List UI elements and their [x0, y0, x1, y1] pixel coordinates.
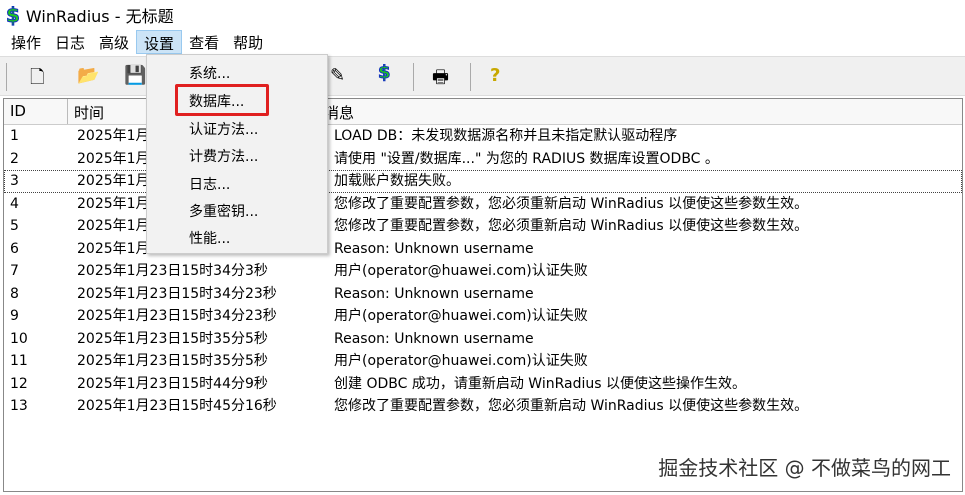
- cell-id: 10: [10, 330, 28, 347]
- menu-view[interactable]: 查看: [182, 30, 226, 54]
- cell-message: 用户(operator@huawei.com)认证失败: [334, 308, 588, 324]
- window-title: WinRadius - 无标题: [25, 6, 174, 26]
- menu-item-log[interactable]: 日志...: [189, 174, 230, 194]
- menu-advanced[interactable]: 高级: [92, 30, 136, 54]
- new-icon[interactable]: 🗋: [30, 65, 44, 95]
- cell-time: 2025年1月23日15时44分9秒: [77, 375, 268, 392]
- toolbar-separator: [470, 63, 471, 91]
- cell-time: 2025年1月23日15时35分5秒: [77, 330, 268, 347]
- cell-id: 6: [10, 240, 19, 257]
- cell-message: 您修改了重要配置参数，您必须重新启动 WinRadius 以便使这些参数生效。: [334, 195, 809, 212]
- cell-message: 您修改了重要配置参数，您必须重新启动 WinRadius 以便使这些参数生效。: [334, 218, 809, 234]
- print-icon[interactable]: 🖶: [432, 65, 449, 95]
- header-id[interactable]: ID: [4, 99, 68, 124]
- cell-time: 2025年1月23日15时34分23秒: [77, 285, 277, 302]
- cell-id: 2: [10, 150, 19, 167]
- menu-item-auth-method[interactable]: 认证方法...: [189, 119, 258, 139]
- cell-message: Reason: Unknown username: [334, 285, 534, 302]
- cell-id: 8: [10, 285, 19, 302]
- menu-settings[interactable]: 设置: [136, 30, 183, 54]
- menu-item-performance[interactable]: 性能...: [189, 228, 230, 248]
- cell-message: 用户(operator@huawei.com)认证失败: [334, 353, 588, 369]
- cell-message: 您修改了重要配置参数，您必须重新启动 WinRadius 以便使这些参数生效。: [334, 398, 809, 414]
- cell-id: 1: [10, 128, 19, 144]
- save-icon[interactable]: 💾: [124, 65, 146, 86]
- table-row[interactable]: 13 2025年1月23日15时45分16秒 您修改了重要配置参数，您必须重新启动 …: [4, 395, 962, 418]
- dollar-icon[interactable]: $: [378, 62, 391, 84]
- cell-id: 7: [10, 263, 19, 279]
- menu-item-billing-method[interactable]: 计费方法...: [189, 146, 258, 166]
- cell-message: 加载账户数据失败。: [334, 173, 460, 189]
- cell-time: 2025年1月23日15时34分23秒: [77, 308, 277, 324]
- menu-log[interactable]: 日志: [48, 30, 92, 54]
- menu-item-multi-key[interactable]: 多重密钥...: [189, 201, 258, 221]
- cell-message: 创建 ODBC 成功，请重新启动 WinRadius 以便使这些操作生效。: [334, 375, 746, 392]
- cell-id: 4: [10, 195, 19, 212]
- cell-time: 2025年1月23日15时34分3秒: [77, 263, 268, 279]
- watermark: 掘金技术社区 @ 不做菜鸟的网工: [658, 456, 951, 480]
- menu-help[interactable]: 帮助: [226, 30, 270, 54]
- table-row[interactable]: 10 2025年1月23日15时35分5秒 Reason: Unknown user…: [4, 328, 962, 351]
- toolbar-separator: [6, 63, 7, 91]
- cell-message: 请使用 "设置/数据库..." 为您的 RADIUS 数据库设置ODBC 。: [334, 150, 719, 167]
- cell-id: 12: [10, 375, 28, 392]
- toolbar-separator: [413, 63, 414, 91]
- edit-icon[interactable]: ✎: [330, 65, 345, 86]
- cell-time: 2025年1月23日15时45分16秒: [77, 398, 277, 414]
- cell-message: Reason: Unknown username: [334, 330, 534, 347]
- cell-message: Reason: Unknown username: [334, 240, 534, 257]
- title-bar: $ WinRadius - 无标题: [0, 0, 965, 29]
- cell-id: 3: [10, 173, 19, 189]
- menu-item-system[interactable]: 系统...: [189, 63, 230, 83]
- table-row[interactable]: 11 2025年1月23日15时35分5秒 用户(operator@huawei.c…: [4, 350, 962, 373]
- app-dollar-icon: $: [6, 2, 21, 27]
- menu-operate[interactable]: 操作: [4, 30, 48, 54]
- cell-id: 11: [10, 353, 28, 369]
- cell-id: 13: [10, 398, 28, 414]
- cell-message: LOAD DB：未发现数据源名称并且未指定默认驱动程序: [334, 128, 678, 144]
- table-row[interactable]: 7 2025年1月23日15时34分3秒 用户(operator@huawei.co…: [4, 260, 962, 283]
- header-message[interactable]: 消息: [318, 99, 962, 124]
- highlight-box: [175, 84, 269, 116]
- help-icon[interactable]: ?: [490, 65, 500, 86]
- cell-id: 5: [10, 218, 19, 234]
- toolbar: 🗋 📂 💾 ✎ $ 🖶 ?: [0, 56, 965, 96]
- cell-id: 9: [10, 308, 19, 324]
- open-icon[interactable]: 📂: [77, 65, 99, 86]
- menu-bar: 操作 日志 高级 设置 查看 帮助: [4, 30, 270, 54]
- cell-message: 用户(operator@huawei.com)认证失败: [334, 263, 588, 279]
- table-row[interactable]: 12 2025年1月23日15时44分9秒 创建 ODBC 成功，请重新启动 Win…: [4, 373, 962, 396]
- table-row[interactable]: 8 2025年1月23日15时34分23秒 Reason: Unknown user…: [4, 283, 962, 306]
- cell-time: 2025年1月23日15时35分5秒: [77, 353, 268, 369]
- table-row[interactable]: 9 2025年1月23日15时34分23秒 用户(operator@huawei.c…: [4, 305, 962, 328]
